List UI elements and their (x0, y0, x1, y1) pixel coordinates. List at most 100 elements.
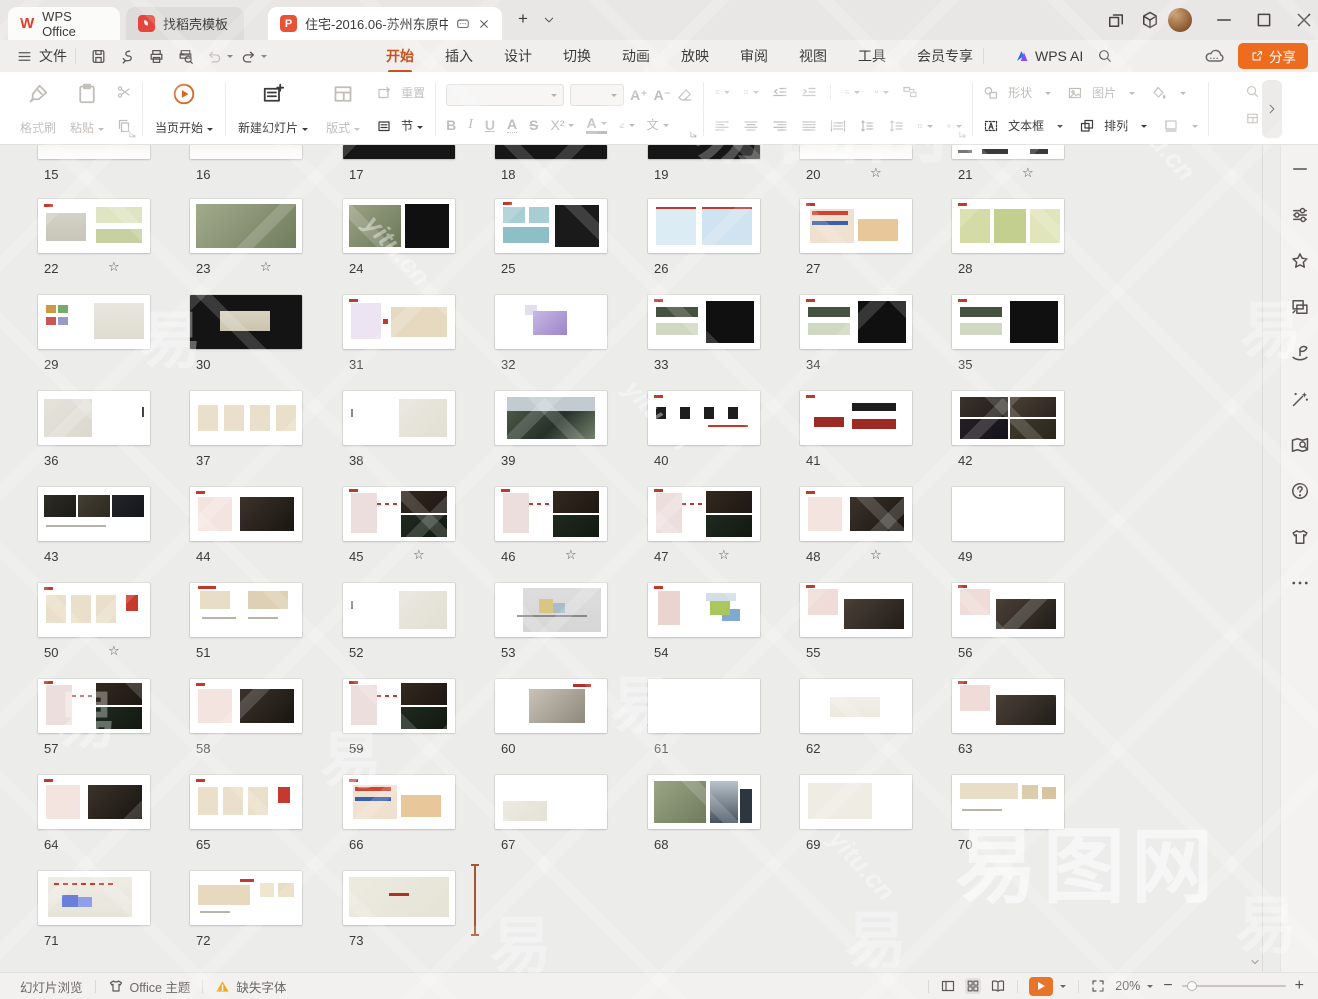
layout-button[interactable]: 版式 (324, 81, 362, 137)
slide-thumbnail-49[interactable] (952, 487, 1064, 541)
vertical-text-icon[interactable] (873, 84, 889, 100)
slide-thumbnail-72[interactable] (190, 871, 302, 925)
slide-thumbnail-22[interactable] (38, 199, 150, 253)
slide-sorter-view-icon[interactable] (965, 978, 981, 994)
favorite-star-icon[interactable]: ☆ (108, 643, 120, 659)
font-name-combo[interactable] (446, 84, 564, 106)
maximize-button[interactable] (1254, 10, 1274, 30)
zoom-in-button[interactable]: + (1295, 977, 1304, 995)
zoom-options-icon[interactable] (1147, 985, 1153, 991)
sidebar-collapse-icon[interactable] (1290, 159, 1310, 179)
export-icon[interactable] (119, 48, 136, 65)
tab-document[interactable]: P 住宅-2016.06-苏州东原中式住 (268, 7, 502, 40)
tab-wps-home[interactable]: W WPS Office (8, 7, 120, 40)
slide-thumbnail-44[interactable] (190, 487, 302, 541)
align-center-icon[interactable] (743, 118, 759, 134)
undo-dropdown-icon[interactable] (227, 55, 233, 61)
outline-button[interactable] (1163, 118, 1198, 134)
slide-thumbnail-57[interactable] (38, 679, 150, 733)
zoom-slider-knob[interactable] (1187, 981, 1197, 991)
menu-tab-6[interactable]: 放映 (679, 42, 711, 70)
menu-tab-5[interactable]: 动画 (620, 42, 652, 70)
menu-tab-1[interactable]: 开始 (384, 42, 416, 70)
decrease-indent-icon[interactable] (772, 84, 788, 100)
missing-fonts-label[interactable]: 缺失字体 (236, 977, 286, 996)
slide-thumbnail-46[interactable] (495, 487, 607, 541)
fit-to-window-icon[interactable] (1090, 978, 1106, 994)
strikethrough-button[interactable]: S (529, 117, 538, 133)
slide-thumbnail-58[interactable] (190, 679, 302, 733)
slide-thumbnail-28[interactable] (952, 199, 1064, 253)
slide-thumbnail-63[interactable] (952, 679, 1064, 733)
slide-thumbnail-69[interactable] (800, 775, 912, 829)
line-spacing-icon[interactable] (917, 118, 933, 134)
shapes-button[interactable]: 形状 (983, 84, 1051, 101)
slide-thumbnail-53[interactable] (495, 583, 607, 637)
align-left-icon[interactable] (714, 118, 730, 134)
save-icon[interactable] (90, 48, 107, 65)
bold-button[interactable]: B (446, 117, 456, 133)
menu-tab-10[interactable]: 会员专享 (915, 42, 975, 70)
superscript-button[interactable]: X² (550, 117, 574, 133)
sidebar-effects-icon[interactable] (1290, 251, 1310, 271)
convert-smartart-icon[interactable] (902, 84, 918, 100)
slide-thumbnail-26[interactable] (648, 199, 760, 253)
search-icon[interactable] (1097, 48, 1113, 64)
menu-tab-2[interactable]: 插入 (443, 42, 475, 70)
decrease-font-icon[interactable]: A⁻ (654, 87, 672, 104)
slide-thumbnail-39[interactable] (495, 391, 607, 445)
close-button[interactable] (1294, 10, 1314, 30)
slide-thumbnail-16[interactable] (190, 145, 302, 159)
favorite-star-icon[interactable]: ☆ (413, 547, 425, 563)
align-justify-icon[interactable] (801, 118, 817, 134)
new-slide-button[interactable]: 新建幻灯片 (236, 81, 310, 137)
play-slideshow-button[interactable] (1029, 977, 1053, 996)
slide-thumbnail-32[interactable] (495, 295, 607, 349)
slide-thumbnail-73[interactable] (343, 871, 455, 925)
clear-format-icon[interactable] (677, 87, 693, 103)
slide-thumbnail-52[interactable] (343, 583, 455, 637)
sidebar-switch-icon[interactable] (1290, 297, 1310, 317)
picture-button[interactable]: 图片 (1067, 84, 1135, 101)
paragraph-dialog-launcher-icon[interactable] (958, 130, 968, 140)
highlight-color-icon[interactable] (619, 117, 635, 133)
menu-tab-4[interactable]: 切换 (561, 42, 593, 70)
avatar[interactable] (1168, 8, 1192, 32)
paste-button[interactable]: 粘贴 (68, 81, 106, 137)
tab-docer-templates[interactable]: 找稻壳模板 (126, 7, 244, 40)
section-button[interactable]: 节 (376, 117, 425, 134)
print-preview-icon[interactable] (177, 48, 194, 65)
slide-thumbnail-33[interactable] (648, 295, 760, 349)
tab-list-icon[interactable] (543, 14, 555, 26)
fill-color-button[interactable] (1151, 85, 1186, 101)
file-menu-button[interactable]: 文件 (16, 46, 67, 66)
slide-thumbnail-34[interactable] (800, 295, 912, 349)
sidebar-settings-icon[interactable] (1290, 205, 1310, 225)
office-theme-label[interactable]: Office 主题 (130, 977, 191, 996)
add-space-after-icon[interactable] (888, 118, 904, 134)
format-painter-button[interactable]: 格式刷 (18, 81, 58, 137)
slide-thumbnail-60[interactable] (495, 679, 607, 733)
slide-thumbnail-64[interactable] (38, 775, 150, 829)
sidebar-resources-icon[interactable] (1290, 343, 1310, 363)
slide-thumbnail-67[interactable] (495, 775, 607, 829)
font-dialog-launcher-icon[interactable] (689, 130, 699, 140)
scroll-down-icon[interactable] (1250, 957, 1260, 967)
slide-thumbnail-59[interactable] (343, 679, 455, 733)
slide-thumbnail-40[interactable] (648, 391, 760, 445)
tab-close-icon[interactable] (478, 18, 490, 30)
slide-thumbnail-45[interactable] (343, 487, 455, 541)
slide-thumbnail-30[interactable] (190, 295, 302, 349)
slide-thumbnail-35[interactable] (952, 295, 1064, 349)
menu-tab-8[interactable]: 视图 (797, 42, 829, 70)
tab-comment-icon[interactable] (456, 17, 470, 31)
slide-thumbnail-50[interactable] (38, 583, 150, 637)
slide-thumbnail-56[interactable] (952, 583, 1064, 637)
underline-button[interactable]: U (485, 117, 495, 133)
slide-thumbnail-65[interactable] (190, 775, 302, 829)
favorite-star-icon[interactable]: ☆ (565, 547, 577, 563)
slide-thumbnail-18[interactable] (495, 145, 607, 159)
font-color-button[interactable]: A (586, 115, 606, 134)
slide-thumbnail-55[interactable] (800, 583, 912, 637)
play-from-current-button[interactable]: 当页开始 (153, 81, 215, 137)
